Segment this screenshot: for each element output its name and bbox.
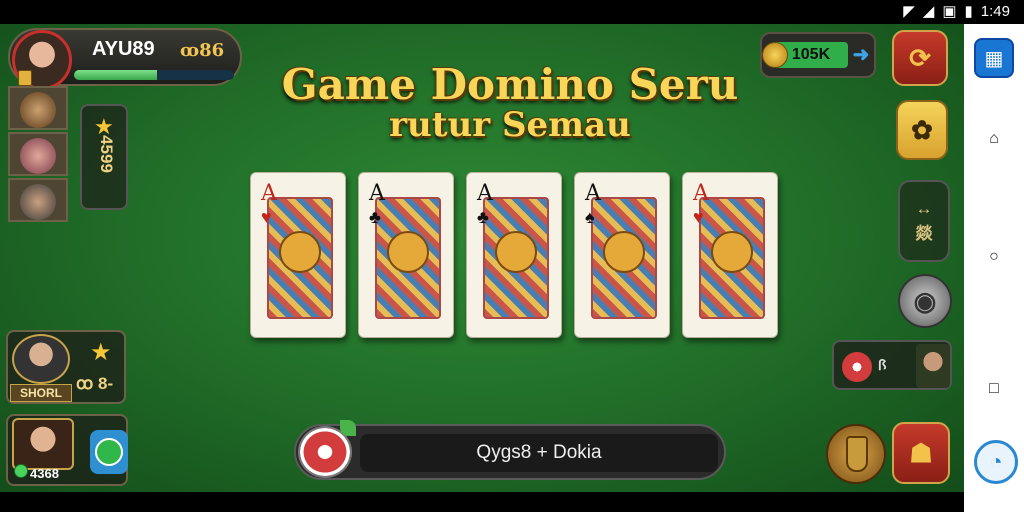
card-face-icon	[603, 231, 645, 273]
status-bar: ◤ ◢ ▣ ▮ 1:49	[0, 0, 1024, 24]
star-icon: ★	[90, 339, 112, 366]
opponent-panel-1[interactable]: SHORL ★ ꝏ 8-	[6, 330, 126, 404]
card-rank: A	[585, 181, 601, 206]
status-time: 1:49	[980, 2, 1010, 20]
heart-icon	[95, 438, 123, 466]
opponent-score: ꝏ 8-	[76, 374, 114, 393]
playing-card[interactable]: A ♠	[574, 172, 670, 338]
opponent-score: 4368	[30, 466, 59, 481]
square-icon: □	[989, 380, 999, 397]
navigation-bar: ⌂ ○ □	[964, 24, 1024, 512]
card-rank: A	[693, 181, 709, 206]
card-rank: A	[261, 181, 277, 206]
card-face-icon	[711, 231, 753, 273]
arrows-icon: ↔	[915, 198, 933, 218]
signal-icon: ◢	[922, 3, 935, 20]
avatar	[20, 138, 56, 174]
home-icon: ⌂	[989, 130, 999, 147]
player-name: AYU89	[92, 38, 155, 60]
online-badge-icon	[14, 464, 28, 478]
card-suit-icon: ♣	[369, 207, 381, 227]
resize-button[interactable]: ↔ 燚	[898, 180, 950, 262]
playing-card[interactable]: A ♣	[466, 172, 562, 338]
side-avatar-3[interactable]	[8, 178, 68, 222]
playing-card[interactable]: A ♥	[682, 172, 778, 338]
refresh-button[interactable]: ⟳	[892, 30, 948, 86]
notification-icon: ▣	[942, 3, 957, 20]
speaker-icon: ◉	[913, 285, 937, 316]
settings-button[interactable]: ✿	[896, 100, 948, 160]
wifi-icon: ◤	[903, 3, 915, 20]
refresh-icon: ⟳	[909, 42, 931, 73]
game-title: Game Domino Seru rutur Semau	[200, 60, 820, 145]
status-icons: ◤ ◢ ▣ ▮ 1:49	[903, 2, 1010, 21]
bag-button[interactable]	[826, 424, 886, 484]
card-face-icon	[387, 231, 429, 273]
side-avatar-1[interactable]	[8, 86, 68, 130]
heart-button[interactable]	[90, 430, 128, 474]
avatar	[916, 344, 950, 388]
battery-icon: ▮	[964, 3, 973, 20]
card-suit-icon: ♠	[585, 207, 595, 227]
chat-input[interactable]: Qygs8 + Dokia	[360, 434, 718, 472]
card-suit-icon: ♣	[477, 207, 489, 227]
game-table: AYU89 ꝏ86 ★ 4599 Game Domino Seru rutur …	[0, 24, 964, 492]
coins-panel[interactable]: 105K ➜	[760, 32, 876, 78]
recents-button[interactable]: □	[979, 374, 1009, 404]
title-line-1: Game Domino Seru	[281, 60, 739, 109]
side-avatar-2[interactable]	[8, 132, 68, 176]
circle-icon: ○	[989, 248, 999, 265]
opponent-panel-2[interactable]: 4368	[6, 414, 128, 486]
grid-icon: ▦	[984, 47, 1004, 70]
chat-bar[interactable]: Qygs8 + Dokia	[294, 420, 726, 480]
home-button[interactable]: ⌂	[979, 124, 1009, 154]
bag-icon	[846, 436, 868, 472]
stars-value: 4599	[97, 135, 116, 173]
card-rank: A	[369, 181, 385, 206]
resize-label: 燚	[915, 223, 933, 243]
playing-card[interactable]: A ♣	[358, 172, 454, 338]
card-rank: A	[477, 181, 493, 206]
avatar	[20, 184, 56, 220]
card-suit-icon: ♥	[693, 207, 704, 227]
card-face-icon	[495, 231, 537, 273]
shop-icon: ☗	[909, 437, 933, 468]
xp-progress-fill	[74, 70, 158, 80]
chips-panel[interactable]: ꟗ	[832, 340, 952, 390]
shop-button[interactable]: ☗	[892, 422, 950, 484]
player-badge-icon	[18, 70, 32, 86]
card-face-icon	[279, 231, 321, 273]
add-coins-button[interactable]: ➜	[850, 44, 872, 66]
opponent-name: SHORL	[10, 384, 72, 402]
clover-icon: ✿	[911, 114, 933, 145]
stars-panel[interactable]: ★ 4599	[80, 104, 128, 210]
chips-text: ꟗ	[878, 357, 887, 373]
avatar	[20, 92, 56, 128]
leaf-icon	[340, 420, 356, 436]
title-line-2: rutur Semau	[389, 105, 631, 145]
speaker-button[interactable]: ◉	[898, 274, 952, 328]
circle-button[interactable]: ○	[979, 242, 1009, 272]
player-level: ꝏ86	[180, 40, 225, 61]
avatar	[12, 418, 74, 470]
coin-icon	[762, 42, 788, 68]
bottom-strip	[0, 492, 964, 512]
card-suit-icon: ♥	[261, 207, 272, 227]
clock-icon: ◔	[989, 449, 1003, 474]
menu-button[interactable]: ▦	[974, 38, 1014, 78]
chips-icon	[842, 352, 872, 382]
playing-card[interactable]: A ♥	[250, 172, 346, 338]
clock-button[interactable]: ◔	[974, 440, 1018, 484]
avatar	[12, 334, 70, 384]
